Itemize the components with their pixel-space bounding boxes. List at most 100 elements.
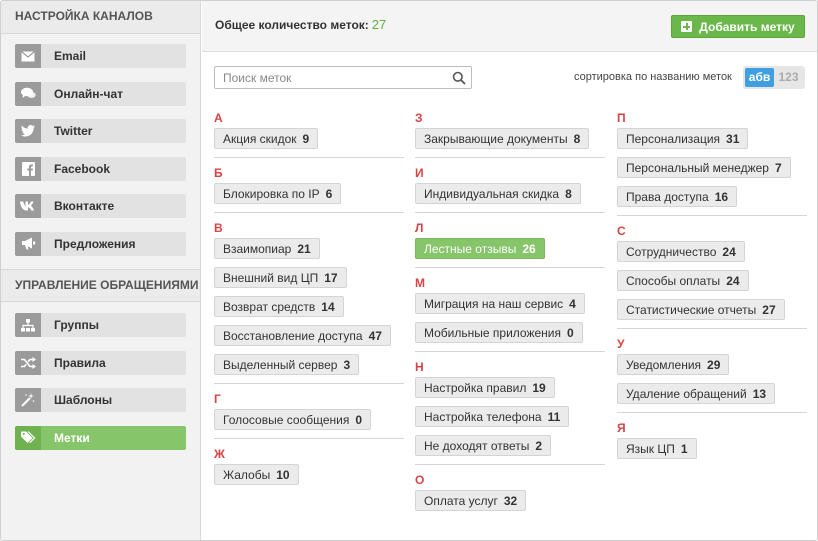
tag-chip[interactable]: Внешний вид ЦП 17 bbox=[214, 267, 347, 288]
tag-chip[interactable]: Оплата услуг 32 bbox=[415, 490, 527, 511]
tag-name: Взаимопиар bbox=[223, 242, 292, 256]
tag-row: Оплата услуг 32 bbox=[415, 490, 605, 519]
search-icon[interactable] bbox=[452, 71, 466, 85]
group-letter: Н bbox=[415, 360, 424, 374]
tag-chip[interactable]: Лестные отзывы 26 bbox=[415, 238, 545, 259]
group-letter: Л bbox=[415, 221, 424, 235]
tag-count: 9 bbox=[302, 132, 310, 146]
tag-chip[interactable]: Не доходят ответы 2 bbox=[415, 435, 552, 456]
tag-name: Мобильные приложения bbox=[424, 326, 561, 340]
tag-name: Удаление обращений bbox=[626, 387, 747, 401]
tag-chip[interactable]: Жалобы 10 bbox=[214, 464, 299, 485]
sidebar-item-label: Группы bbox=[54, 318, 99, 332]
tag-chip[interactable]: Миграция на наш сервис 4 bbox=[415, 293, 585, 314]
tag-chip[interactable]: Удаление обращений 13 bbox=[617, 383, 776, 404]
group-letter: И bbox=[415, 166, 424, 180]
sort-label: сортировка по названию меток bbox=[574, 71, 732, 83]
search-input[interactable] bbox=[215, 67, 435, 88]
tag-count: 11 bbox=[547, 410, 561, 424]
letter-group: М Миграция на наш сервис 4 Мобильные прилож… bbox=[415, 267, 605, 351]
tag-row: Выделенный сервер 3 bbox=[214, 354, 404, 383]
sort-numeric-button[interactable]: 123 bbox=[774, 68, 803, 87]
group-letter: Г bbox=[214, 392, 221, 406]
tag-row: Голосовые сообщения 0 bbox=[214, 409, 404, 438]
sort-toggle: абв 123 bbox=[743, 66, 805, 89]
envelope-icon bbox=[15, 44, 41, 68]
tag-count: 26 bbox=[522, 242, 536, 256]
tag-chip[interactable]: Настройка правил 19 bbox=[415, 377, 555, 398]
tag-chip[interactable]: Персонализация 31 bbox=[617, 128, 749, 149]
tag-count: 31 bbox=[726, 132, 740, 146]
tag-name: Миграция на наш сервис bbox=[424, 297, 564, 311]
sidebar-item-label: Метки bbox=[54, 430, 90, 445]
sidebar-item-facebook[interactable]: Facebook bbox=[15, 156, 186, 181]
sidebar-item-groups[interactable]: Группы bbox=[15, 313, 186, 337]
sidebar-item-templates[interactable]: Шаблоны bbox=[15, 388, 186, 412]
tag-chip[interactable]: Права доступа 16 bbox=[617, 186, 738, 207]
group-letter: П bbox=[617, 111, 626, 125]
tag-name: Голосовые сообщения bbox=[223, 413, 350, 427]
tag-chip[interactable]: Мобильные приложения 0 bbox=[415, 322, 583, 343]
tag-chip[interactable]: Уведомления 29 bbox=[617, 354, 730, 375]
tag-row: Внешний вид ЦП 17 bbox=[214, 267, 404, 296]
tag-chip[interactable]: Настройка телефона 11 bbox=[415, 406, 570, 427]
sidebar-item-label: Twitter bbox=[54, 124, 93, 138]
tag-count: 27 bbox=[762, 303, 776, 317]
tag-name: Лестные отзывы bbox=[424, 242, 517, 256]
tag-count: 24 bbox=[726, 274, 740, 288]
sidebar-item-suggestions[interactable]: Предложения bbox=[15, 231, 186, 256]
header-bar: Общее количество меток: 27 Добавить метку bbox=[202, 1, 817, 52]
tag-name: Статистические отчеты bbox=[626, 303, 757, 317]
tag-name: Закрывающие документы bbox=[424, 132, 568, 146]
tag-name: Права доступа bbox=[626, 190, 709, 204]
tag-row: Лестные отзывы 26 bbox=[415, 238, 605, 267]
tag-chip[interactable]: Индивидуальная скидка 8 bbox=[415, 183, 581, 204]
sidebar-item-label: Вконтакте bbox=[54, 199, 115, 213]
letter-group: И Индивидуальная скидка 8 bbox=[415, 157, 605, 212]
tag-chip[interactable]: Сотрудничество 24 bbox=[617, 241, 745, 262]
sidebar-item-twitter[interactable]: Twitter bbox=[15, 119, 186, 143]
tag-chip[interactable]: Восстановление доступа 47 bbox=[214, 325, 391, 346]
tag-row: Взаимопиар 21 bbox=[214, 238, 404, 267]
sort-alpha-button[interactable]: абв bbox=[745, 68, 774, 87]
tag-name: Язык ЦП bbox=[626, 442, 675, 456]
letter-group: Я Язык ЦП 1 bbox=[617, 412, 807, 467]
tag-row: Закрывающие документы 8 bbox=[415, 128, 605, 157]
tag-row: Восстановление доступа 47 bbox=[214, 325, 404, 354]
sidebar-item-vkontakte[interactable]: Вконтакте bbox=[15, 194, 186, 218]
tag-chip[interactable]: Акция скидок 9 bbox=[214, 128, 319, 149]
tag-chip[interactable]: Возврат средств 14 bbox=[214, 296, 344, 317]
sidebar-item-label: Email bbox=[54, 49, 87, 63]
tag-name: Восстановление доступа bbox=[223, 329, 363, 343]
sidebar-item-tags[interactable]: Метки bbox=[15, 425, 186, 450]
tag-name: Не доходят ответы bbox=[424, 439, 530, 453]
tag-count: 32 bbox=[503, 494, 518, 508]
tag-row: Язык ЦП 1 bbox=[617, 438, 807, 467]
tag-row: Уведомления 29 bbox=[617, 354, 807, 383]
tag-chip[interactable]: Голосовые сообщения 0 bbox=[214, 409, 372, 430]
sidebar-section-channels-title: НАСТРОЙКА КАНАЛОВ bbox=[1, 1, 200, 34]
tag-count: 0 bbox=[355, 413, 363, 427]
tag-chip[interactable]: Язык ЦП 1 bbox=[617, 438, 697, 459]
tag-row: Жалобы 10 bbox=[214, 464, 404, 493]
tag-name: Настройка правил bbox=[424, 381, 527, 395]
tag-row: Настройка телефона 11 bbox=[415, 406, 605, 435]
total-tags: Общее количество меток: 27 bbox=[215, 17, 386, 32]
sidebar-item-email[interactable]: Email bbox=[15, 44, 186, 68]
tag-chip[interactable]: Способы оплаты 24 bbox=[617, 270, 749, 291]
tag-chip[interactable]: Закрывающие документы 8 bbox=[415, 128, 590, 149]
sidebar-item-rules[interactable]: Правила bbox=[15, 350, 186, 375]
plus-icon bbox=[681, 21, 693, 32]
tag-chip[interactable]: Статистические отчеты 27 bbox=[617, 299, 785, 320]
tag-chip[interactable]: Выделенный сервер 3 bbox=[214, 354, 360, 375]
tag-row: Права доступа 16 bbox=[617, 186, 807, 215]
tag-name: Индивидуальная скидка bbox=[424, 187, 560, 201]
tag-chip[interactable]: Блокировка по IP 6 bbox=[214, 183, 342, 204]
add-tag-button[interactable]: Добавить метку bbox=[671, 15, 805, 38]
tag-chip[interactable]: Персональный менеджер 7 bbox=[617, 157, 791, 178]
sidebar-item-online-chat[interactable]: Онлайн-чат bbox=[15, 81, 186, 106]
tag-row: Персонализация 31 bbox=[617, 128, 807, 157]
tag-chip[interactable]: Взаимопиар 21 bbox=[214, 238, 320, 259]
facebook-icon bbox=[15, 156, 41, 181]
tag-count: 16 bbox=[714, 190, 729, 204]
